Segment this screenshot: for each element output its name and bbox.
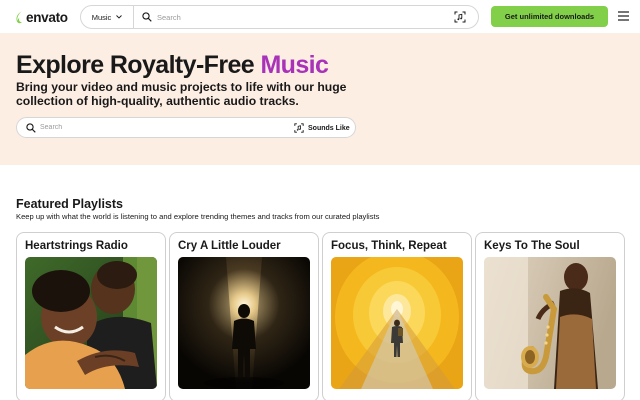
header-search-input[interactable] <box>157 9 447 25</box>
category-dropdown[interactable]: Music <box>81 6 134 28</box>
title-accent: Music <box>260 51 329 79</box>
hero-search-bar: Sounds Like <box>16 117 356 138</box>
header-search-bar: Music <box>80 5 479 29</box>
search-icon <box>142 12 152 22</box>
site-header: envato Music Get unlimited downloads <box>0 0 640 33</box>
get-unlimited-downloads-button[interactable]: Get unlimited downloads <box>491 6 608 27</box>
category-label: Music <box>91 12 112 22</box>
envato-logo-icon <box>16 11 22 23</box>
playlist-cover-image <box>331 257 463 389</box>
audio-match-icon <box>294 123 304 133</box>
sounds-like-button[interactable]: Sounds Like <box>294 121 350 135</box>
playlist-card[interactable]: Keys To The Soul <box>475 232 625 400</box>
silhouette-in-light-tunnel-photo <box>178 257 310 389</box>
menu-icon[interactable] <box>618 11 629 21</box>
figure-in-yellow-tunnel-photo <box>331 257 463 389</box>
playlist-cover-image <box>25 257 157 389</box>
search-icon <box>26 123 36 133</box>
playlist-cover-image <box>484 257 616 389</box>
playlist-title: Focus, Think, Repeat <box>331 240 447 252</box>
playlist-card[interactable]: Focus, Think, Repeat <box>322 232 472 400</box>
hero-search-input[interactable] <box>40 120 280 135</box>
playlist-title: Heartstrings Radio <box>25 240 128 252</box>
envato-logo[interactable]: envato <box>15 9 68 25</box>
playlist-title: Cry A Little Louder <box>178 240 281 252</box>
featured-playlists-heading: Featured Playlists <box>16 197 123 211</box>
title-prefix: Explore Royalty-Free <box>16 51 255 79</box>
hero-section: Explore Royalty-Free Music Bring your vi… <box>0 33 640 165</box>
playlist-title: Keys To The Soul <box>484 240 580 252</box>
featured-playlists-description: Keep up with what the world is listening… <box>16 212 380 221</box>
brand-name: envato <box>26 9 68 25</box>
embracing-couple-photo <box>25 257 157 389</box>
hero-subtitle: Bring your video and music projects to l… <box>16 80 347 108</box>
saxophone-player-photo <box>484 257 616 389</box>
audio-match-icon[interactable] <box>454 11 466 23</box>
chevron-down-icon <box>116 15 123 19</box>
page-title: Explore Royalty-Free Music <box>16 51 329 80</box>
sounds-like-label: Sounds Like <box>308 124 350 132</box>
playlist-cover-image <box>178 257 310 389</box>
playlist-card[interactable]: Cry A Little Louder <box>169 232 319 400</box>
playlist-card[interactable]: Heartstrings Radio <box>16 232 166 400</box>
